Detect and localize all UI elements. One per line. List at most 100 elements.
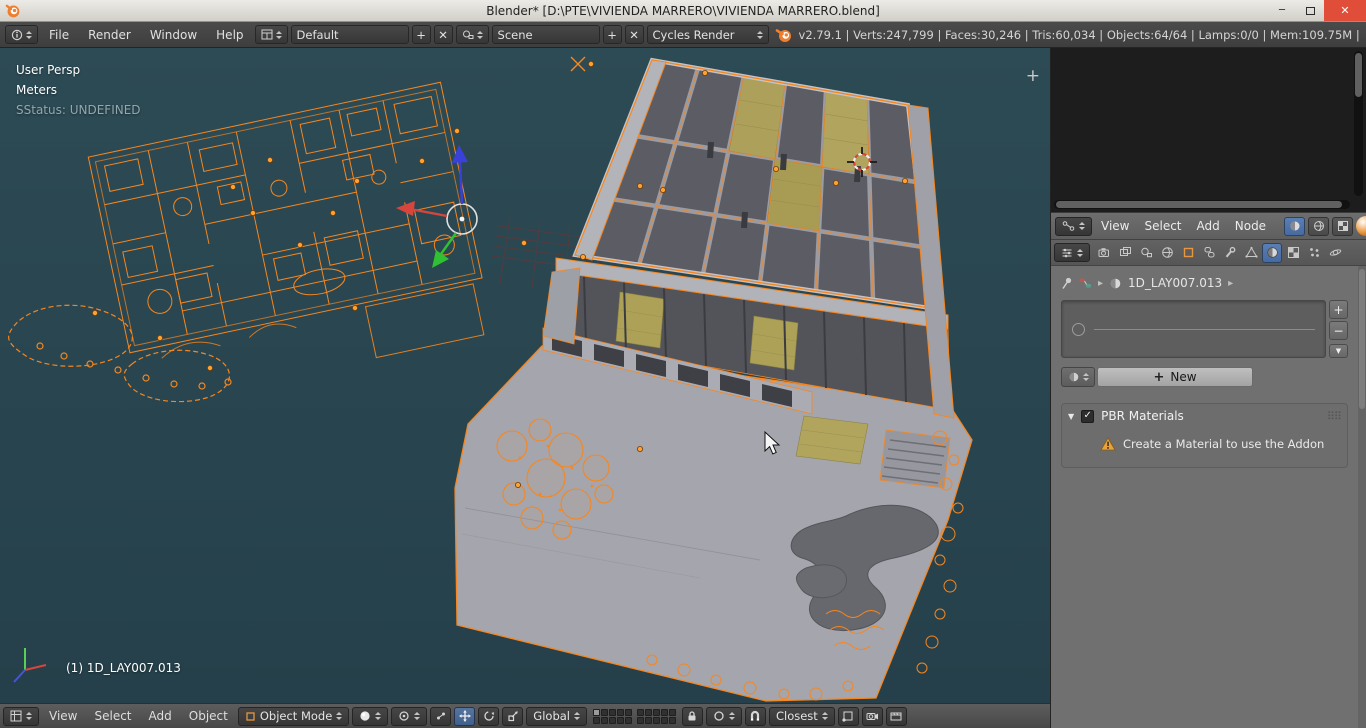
select-menu[interactable]: Select	[87, 709, 138, 723]
layer-toggle[interactable]	[616, 708, 624, 716]
shader-type-world-toggle[interactable]	[1308, 216, 1329, 236]
layer-toggle[interactable]	[652, 716, 660, 724]
scene-browse-button[interactable]	[455, 25, 489, 44]
node-select-menu[interactable]: Select	[1138, 219, 1187, 233]
view-menu[interactable]: View	[42, 709, 84, 723]
layer-toggle[interactable]	[652, 708, 660, 716]
layer-toggle[interactable]	[600, 716, 608, 724]
layers-widget[interactable]	[592, 708, 676, 724]
node-editor-canvas[interactable]	[1051, 48, 1366, 212]
panel-collapse-icon[interactable]: ▼	[1068, 412, 1074, 421]
render-opengl-button[interactable]	[861, 706, 883, 726]
render-opengl-anim-button[interactable]	[885, 706, 907, 726]
viewport-shading-dropdown[interactable]	[352, 706, 389, 726]
screen-layout-delete-button[interactable]: ✕	[433, 25, 453, 44]
minimize-button[interactable]: ─	[1268, 0, 1296, 21]
tab-world[interactable]	[1157, 243, 1177, 263]
pivot-point-dropdown[interactable]	[391, 706, 428, 726]
layer-toggle[interactable]	[608, 708, 616, 716]
scene-delete-button[interactable]: ✕	[624, 25, 644, 44]
add-menu[interactable]: Add	[142, 709, 179, 723]
shader-type-object-toggle[interactable]	[1284, 216, 1305, 236]
scene-name-field[interactable]: Scene	[491, 25, 600, 44]
manipulate-center-points-toggle[interactable]	[430, 706, 452, 726]
screen-layout-add-button[interactable]: +	[411, 25, 431, 44]
viewport-editor-type-button[interactable]	[3, 706, 39, 726]
layer-toggle[interactable]	[660, 708, 668, 716]
tab-data[interactable]	[1241, 243, 1261, 263]
menu-file[interactable]: File	[41, 28, 77, 42]
manipulator-translate-toggle[interactable]	[454, 706, 476, 726]
node-view-menu[interactable]: View	[1095, 219, 1135, 233]
slot-add-button[interactable]: +	[1329, 300, 1348, 319]
panel-grip-icon[interactable]: ⠿⠿	[1327, 410, 1342, 423]
region-expand-button[interactable]: +	[1026, 68, 1040, 85]
node-add-menu[interactable]: Add	[1191, 219, 1226, 233]
manipulator-rotate-toggle[interactable]	[478, 706, 500, 726]
layer-toggle[interactable]	[624, 716, 632, 724]
scene-lock-toggle[interactable]	[681, 706, 703, 726]
object-menu[interactable]: Object	[182, 709, 235, 723]
maximize-button[interactable]	[1296, 0, 1324, 21]
tab-physics[interactable]	[1325, 243, 1345, 263]
nodetree-icon[interactable]	[1079, 277, 1092, 289]
snap-element-button[interactable]	[837, 706, 859, 726]
menu-help[interactable]: Help	[208, 28, 251, 42]
layer-toggle[interactable]	[600, 708, 608, 716]
manipulator-scale-toggle[interactable]	[502, 706, 524, 726]
info-editor-type-button[interactable]	[5, 25, 38, 44]
properties-editor-type-button[interactable]	[1054, 243, 1090, 262]
layer-toggle[interactable]	[616, 716, 624, 724]
layer-toggle[interactable]	[592, 708, 600, 716]
tab-material[interactable]	[1262, 242, 1282, 263]
material-new-button[interactable]: + New	[1097, 367, 1253, 387]
tab-object[interactable]	[1178, 243, 1198, 263]
layer-toggle[interactable]	[644, 708, 652, 716]
transform-orientation-dropdown[interactable]: Global	[526, 706, 587, 726]
layer-toggle[interactable]	[668, 716, 676, 724]
properties-scrollbar[interactable]	[1358, 266, 1366, 728]
layer-toggle[interactable]	[644, 716, 652, 724]
tab-texture[interactable]	[1283, 243, 1303, 263]
pin-icon[interactable]	[1061, 277, 1073, 290]
viewport-3d[interactable]: User Persp Meters SStatus: UNDEFINED (1)…	[0, 48, 1050, 703]
layer-toggle[interactable]	[636, 716, 644, 724]
screen-layout-name-field[interactable]: Default	[290, 25, 409, 44]
node-editor-hscrollbar[interactable]	[1054, 200, 1350, 209]
tab-constraints[interactable]	[1199, 243, 1219, 263]
pbr-panel-header[interactable]: ▼ ✓ PBR Materials ⠿⠿	[1068, 409, 1342, 423]
slot-remove-button[interactable]: −	[1329, 321, 1348, 340]
close-button[interactable]: ✕	[1324, 0, 1366, 21]
tab-render[interactable]	[1094, 243, 1114, 263]
pbr-enable-checkbox[interactable]: ✓	[1081, 409, 1095, 423]
screen-layout-browse-button[interactable]	[254, 25, 288, 44]
viewport-3d-scene[interactable]	[0, 48, 1050, 703]
node-editor-vscrollbar[interactable]	[1354, 51, 1363, 196]
layer-toggle[interactable]	[592, 716, 600, 724]
tab-modifiers[interactable]	[1220, 243, 1240, 263]
breadcrumb-id[interactable]: 1D_LAY007.013	[1128, 276, 1222, 290]
stairs[interactable]	[879, 429, 951, 489]
snap-target-dropdown[interactable]: Closest	[768, 706, 835, 726]
proportional-edit-dropdown[interactable]	[705, 706, 742, 726]
node-node-menu[interactable]: Node	[1229, 219, 1272, 233]
layer-toggle[interactable]	[668, 708, 676, 716]
mode-dropdown[interactable]: Object Mode	[237, 706, 350, 726]
layer-toggle[interactable]	[636, 708, 644, 716]
layer-toggle[interactable]	[660, 716, 668, 724]
menu-render[interactable]: Render	[80, 28, 139, 42]
tab-scene[interactable]	[1136, 243, 1156, 263]
snap-toggle[interactable]	[744, 706, 766, 726]
node-editor-type-button[interactable]	[1055, 216, 1092, 236]
tab-render-layers[interactable]	[1115, 243, 1135, 263]
slot-specials-button[interactable]: ▼	[1329, 344, 1348, 358]
tab-particles[interactable]	[1304, 243, 1324, 263]
layer-toggle[interactable]	[608, 716, 616, 724]
menu-window[interactable]: Window	[142, 28, 205, 42]
render-engine-dropdown[interactable]: Cycles Render	[646, 25, 769, 44]
scene-add-button[interactable]: +	[602, 25, 622, 44]
material-browse-button[interactable]	[1061, 367, 1095, 387]
layer-toggle[interactable]	[624, 708, 632, 716]
node-texture-toggle[interactable]	[1332, 216, 1353, 236]
material-slot-list[interactable]	[1061, 300, 1326, 358]
